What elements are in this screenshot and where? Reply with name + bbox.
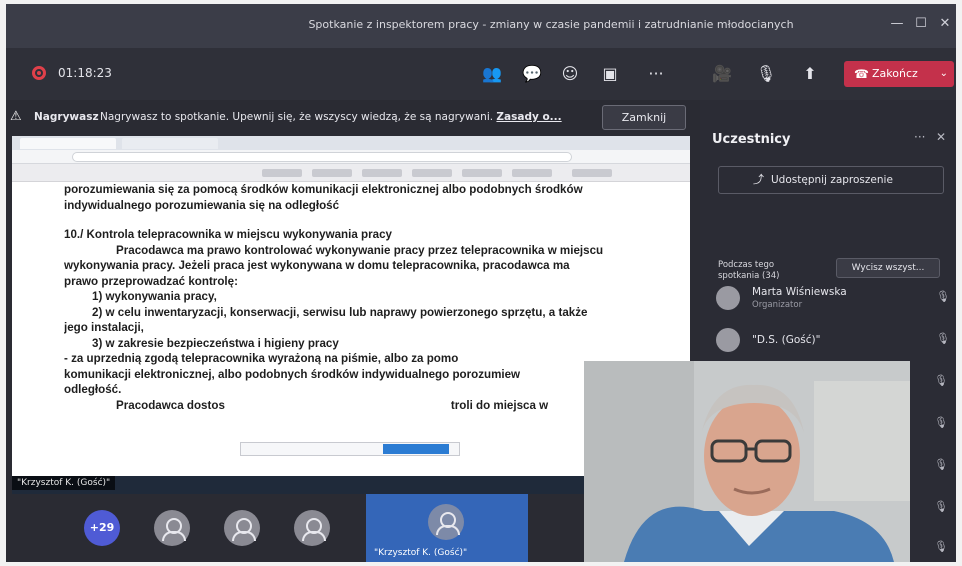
recording-message: Nagrywasz to spotkanie. Upewnij się, że … xyxy=(100,111,562,123)
teams-window: Spotkanie z inspektorem pracy - zmiany w… xyxy=(6,4,956,562)
doc-fragment: troli do miejsca w xyxy=(450,398,549,412)
url-field xyxy=(72,152,572,162)
recording-banner: ⚠ Nagrywasz Nagrywasz to spotkanie. Upew… xyxy=(6,100,700,136)
phone-hangup-icon: ☎ xyxy=(854,67,869,81)
panel-title: Uczestnicy xyxy=(712,132,791,147)
title-bar: Spotkanie z inspektorem pracy - zmiany w… xyxy=(6,4,956,48)
avatar xyxy=(716,328,740,352)
participant-row[interactable]: "D.S. (Gość)" 🎙 xyxy=(716,322,950,358)
close-panel-icon[interactable]: ✕ xyxy=(936,130,946,144)
doc-list-item: jego instalacji, xyxy=(64,321,144,334)
doc-list-item: 3) w zakresie bezpieczeństwa i higieny p… xyxy=(92,336,339,350)
share-invite-button[interactable]: ⤴ Udostępnij zaproszenie xyxy=(718,166,944,194)
close-banner-button[interactable]: Zamknij xyxy=(602,105,686,130)
doc-list-item: 1) wykonywania pracy, xyxy=(92,290,217,303)
recording-message-text: Nagrywasz to spotkanie. Upewnij się, że … xyxy=(100,111,494,123)
recording-label: Nagrywasz xyxy=(34,111,99,123)
doc-fragment: Pracodawca dostos xyxy=(116,398,225,412)
popup-button[interactable] xyxy=(383,444,449,454)
more-options-icon[interactable]: ··· xyxy=(914,130,925,144)
doc-line: prawo przeprowadzać kontrolę: xyxy=(64,274,238,288)
end-meeting-button[interactable]: ☎ Zakończ ⌄ xyxy=(844,61,954,87)
avatar-icon xyxy=(224,510,260,546)
minimize-icon[interactable]: — xyxy=(886,14,908,34)
microphone-off-icon[interactable]: 🎙 xyxy=(752,60,780,88)
end-meeting-label: Zakończ xyxy=(872,67,918,80)
mute-all-button[interactable]: Wycisz wszyst... xyxy=(836,258,940,278)
meeting-toolbar: 01:18:23 👥 💬 ☺ ▣ ··· 🎥 🎙 ⬆ ☎ Zakończ ⌄ xyxy=(6,48,956,100)
mic-off-icon: 🎙 xyxy=(934,458,948,471)
camera-off-icon[interactable]: 🎥 xyxy=(708,60,736,88)
speaker-video xyxy=(584,361,910,562)
warning-icon: ⚠ xyxy=(10,109,22,124)
participant-row[interactable]: Marta Wiśniewska Organizator 🎙 xyxy=(716,280,950,316)
participants-icon[interactable]: 👥 xyxy=(478,60,506,88)
avatar-icon xyxy=(428,504,464,540)
chat-icon[interactable]: 💬 xyxy=(518,60,546,88)
mic-off-icon: 🎙 xyxy=(936,290,950,303)
address-bar xyxy=(12,150,690,164)
doc-line: Pracodawca ma prawo kontrolować wykonywa… xyxy=(116,243,604,257)
browser-tab xyxy=(122,138,218,149)
reactions-icon[interactable]: ☺ xyxy=(556,60,584,88)
avatar xyxy=(716,286,740,310)
mic-icon: 🎙 xyxy=(934,374,948,387)
breakout-rooms-icon[interactable]: ▣ xyxy=(596,60,624,88)
share-invite-label: Udostępnij zaproszenie xyxy=(771,174,893,186)
avatar-icon xyxy=(154,510,190,546)
speaker-video-image xyxy=(584,361,910,562)
participant-name: Marta Wiśniewska xyxy=(752,286,847,298)
browser-tab-strip xyxy=(12,136,690,150)
recording-indicator-icon xyxy=(32,66,46,80)
doc-line: indywidualnego porozumiewania się na odl… xyxy=(64,198,340,212)
notification-popup xyxy=(240,442,460,456)
in-meeting-section-label: Podczas tego spotkania (34) xyxy=(718,260,780,281)
avatar-icon xyxy=(294,510,330,546)
doc-line: porozumiewania się za pomocą środków kom… xyxy=(64,183,583,196)
share-icon: ⤴ xyxy=(753,173,764,186)
recording-policy-link[interactable]: Zasady o... xyxy=(496,111,561,123)
doc-list-item: 2) w celu inwentaryzacji, konserwacji, s… xyxy=(92,305,588,319)
participant-name: "D.S. (Gość)" xyxy=(752,334,821,346)
meeting-timer: 01:18:23 xyxy=(58,66,112,80)
chevron-down-icon[interactable]: ⌄ xyxy=(940,61,948,87)
doc-line: wykonywania pracy. Jeżeli praca jest wyk… xyxy=(64,259,570,272)
window-close-icon[interactable]: ✕ xyxy=(934,14,956,34)
share-screen-icon[interactable]: ⬆ xyxy=(796,60,824,88)
doc-heading: 10./ Kontrola telepracownika w miejscu w… xyxy=(64,228,392,241)
maximize-icon[interactable]: ☐ xyxy=(910,14,932,34)
pdf-toolbar xyxy=(12,164,690,182)
participant-role: Organizator xyxy=(752,300,803,310)
active-speaker-tile[interactable]: "Krzysztof K. (Gość)" xyxy=(366,494,528,562)
more-participants-badge[interactable]: +29 xyxy=(84,510,120,546)
browser-tab xyxy=(20,138,116,149)
mic-off-icon: 🎙 xyxy=(936,332,950,345)
meeting-title: Spotkanie z inspektorem pracy - zmiany w… xyxy=(308,18,794,31)
presenter-name: "Krzysztof K. (Gość)" xyxy=(12,476,116,490)
more-actions-icon[interactable]: ··· xyxy=(642,60,670,88)
active-speaker-name: "Krzysztof K. (Gość)" xyxy=(374,548,468,558)
mic-off-icon: 🎙 xyxy=(934,416,948,429)
mic-off-icon: 🎙 xyxy=(934,540,948,553)
mic-off-icon: 🎙 xyxy=(934,500,948,513)
